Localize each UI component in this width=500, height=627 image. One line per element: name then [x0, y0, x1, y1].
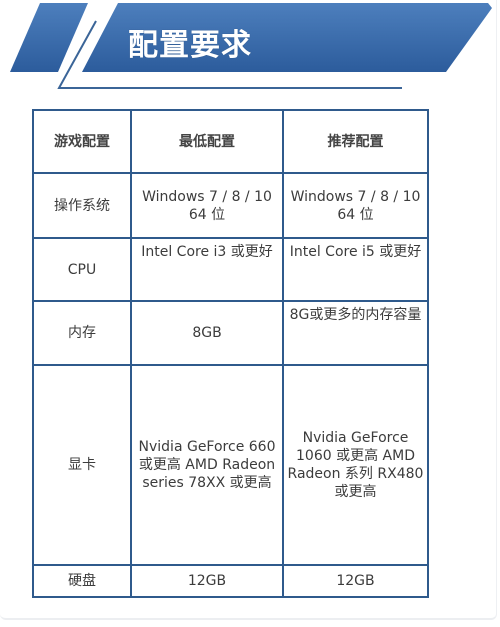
table-header-row: 游戏配置 最低配置 推荐配置 — [34, 111, 427, 174]
page-title: 配置要求 — [128, 28, 252, 63]
row-label: CPU — [34, 239, 132, 300]
banner-left-stripe — [10, 3, 88, 72]
table-row: 硬盘 12GB 12GB — [34, 566, 427, 596]
row-label: 操作系统 — [34, 174, 132, 237]
min-value: Intel Core i3 或更好 — [132, 239, 284, 300]
rec-value: Nvidia GeForce 1060 或更高 AMD Radeon 系列 RX… — [287, 430, 424, 500]
rec-value: 12GB — [336, 573, 375, 589]
column-header: 推荐配置 — [327, 133, 384, 150]
min-value: 12GB — [132, 566, 284, 596]
table-row: 操作系统 Windows 7 / 8 / 10 64 位 Windows 7 /… — [34, 174, 427, 239]
column-header: 游戏配置 — [34, 111, 132, 172]
column-header: 最低配置 — [132, 111, 284, 172]
row-label: 硬盘 — [34, 566, 132, 596]
min-value: Nvidia GeForce 660 或更高 AMD Radeon series… — [132, 366, 284, 564]
rec-value: Windows 7 / 8 / 10 64 位 — [290, 188, 421, 223]
table-row: 内存 8GB 8G或更多的内存容量 — [34, 302, 427, 366]
requirements-table: 游戏配置 最低配置 推荐配置 操作系统 Windows 7 / 8 / 10 6… — [32, 109, 429, 598]
row-label: 显卡 — [34, 366, 132, 564]
row-label: 内存 — [34, 302, 132, 364]
rec-value: Intel Core i5 或更好 — [289, 244, 422, 260]
table-row: 显卡 Nvidia GeForce 660 或更高 AMD Radeon ser… — [34, 366, 427, 566]
table-row: CPU Intel Core i3 或更好 Intel Core i5 或更好 — [34, 239, 427, 302]
rec-value: 8G或更多的内存容量 — [289, 307, 422, 323]
min-value: Windows 7 / 8 / 10 64 位 — [132, 174, 284, 237]
min-value: 8GB — [132, 302, 284, 364]
